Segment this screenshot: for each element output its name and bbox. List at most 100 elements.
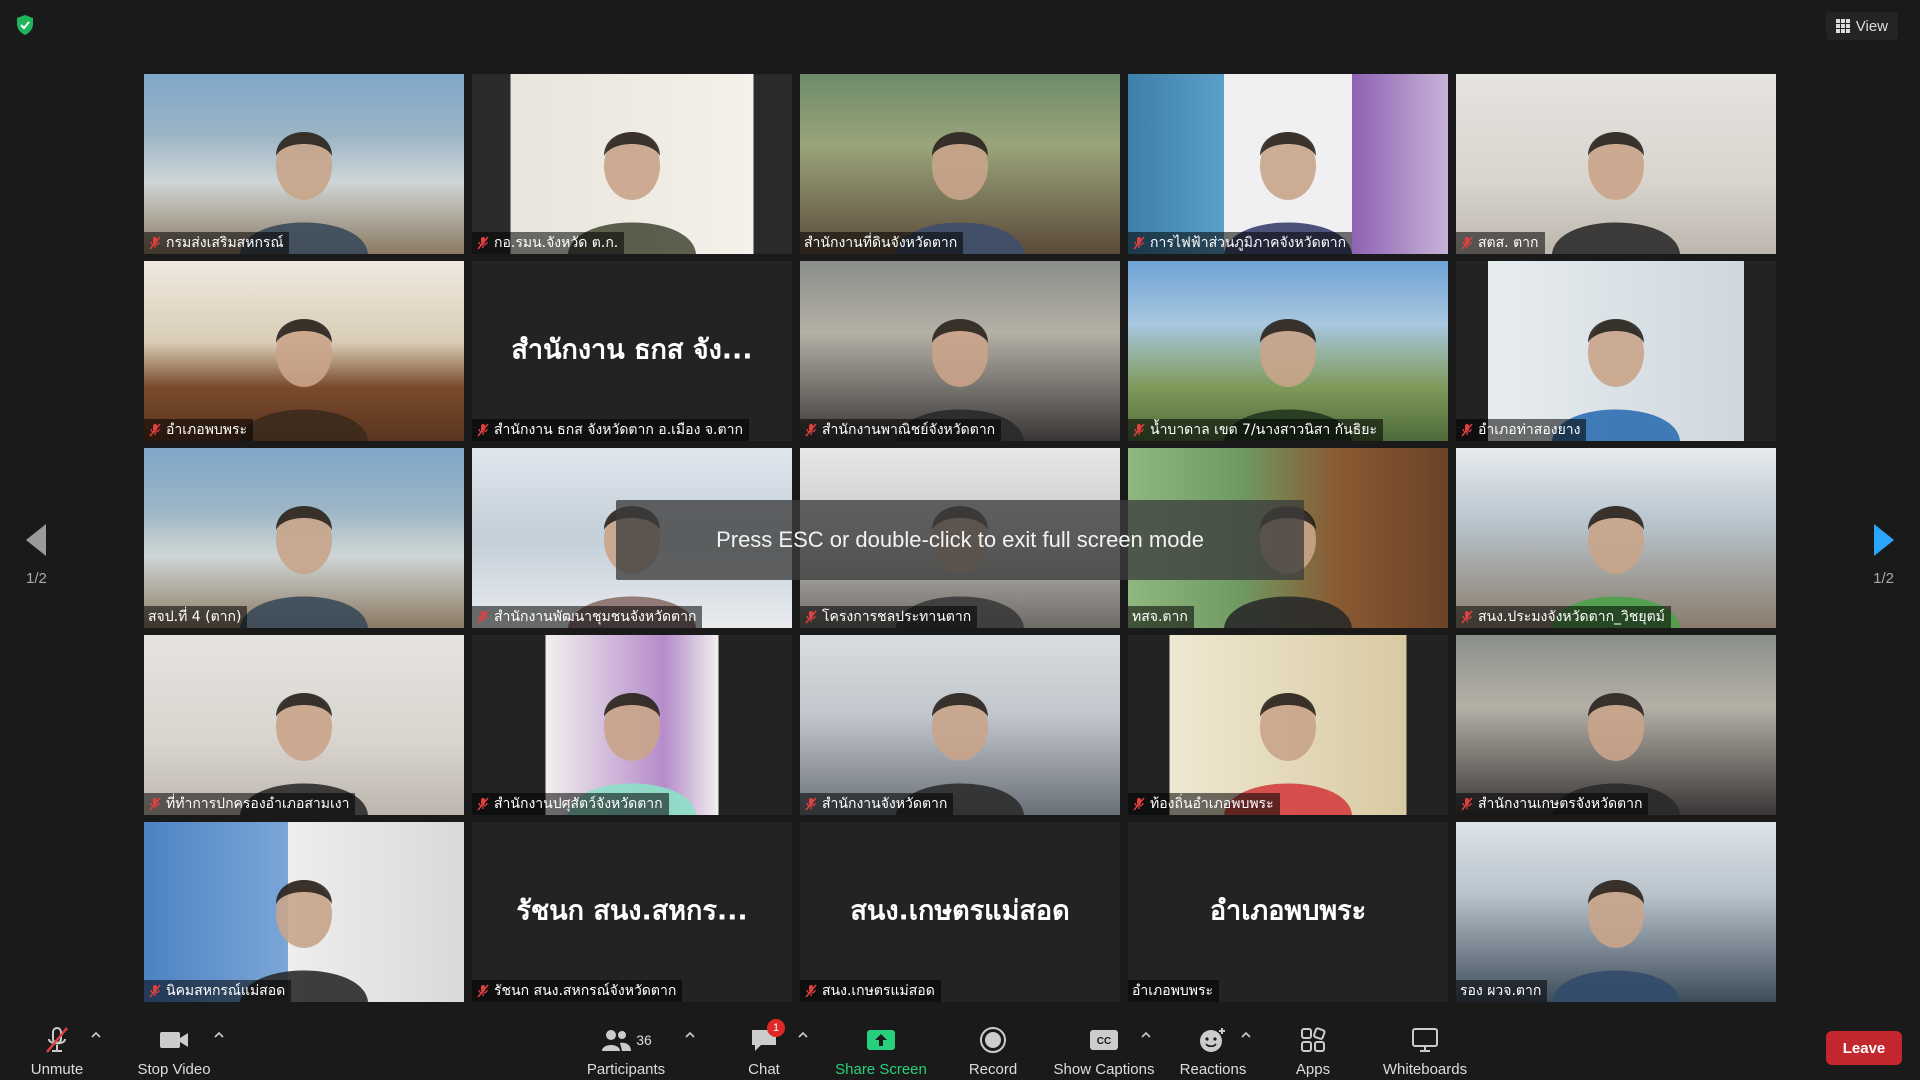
participant-tile[interactable]: สำนักงานจังหวัดตาก xyxy=(800,635,1120,815)
participant-name: น้ำบาดาล เขต 7/นางสาวนิสา กันธิยะ xyxy=(1150,422,1377,438)
participant-silhouette xyxy=(1224,319,1352,441)
muted-microphone-icon xyxy=(1133,797,1145,811)
participant-name: กอ.รมน.จังหวัด ต.ก. xyxy=(494,235,619,251)
participant-name-bar: สำนักงานเกษตรจังหวัดตาก xyxy=(1456,793,1649,815)
participant-name-bar: สำนักงานปศุสัตว์จังหวัดตาก xyxy=(472,793,669,815)
participant-name-bar: กอ.รมน.จังหวัด ต.ก. xyxy=(472,232,625,254)
participant-tile[interactable]: ที่ทำการปกครองอำเภอสามเงา xyxy=(144,635,464,815)
next-page-arrow-icon[interactable] xyxy=(1868,520,1898,560)
participant-silhouette xyxy=(896,693,1024,815)
previous-page-arrow-icon[interactable] xyxy=(22,520,52,560)
participant-tile[interactable]: สำนักงานปศุสัตว์จังหวัดตาก xyxy=(472,635,792,815)
whiteboards-button[interactable]: Whiteboards xyxy=(1380,1011,1470,1080)
participant-display-name: สนง.เกษตรแม่สอด xyxy=(850,895,1070,927)
participant-tile[interactable]: รัชนก สนง.สหกร... รัชนก สนง.สหกรณ์จังหวัด… xyxy=(472,822,792,1002)
muted-microphone-icon xyxy=(477,797,489,811)
reactions-button[interactable]: Reactions xyxy=(1178,1011,1248,1080)
participant-tile[interactable]: รอง ผวจ.ตาก xyxy=(1456,822,1776,1002)
participant-tile[interactable]: สำนักงานพาณิชย์จังหวัดตาก xyxy=(800,261,1120,441)
participant-silhouette xyxy=(1552,506,1680,628)
participant-tile[interactable]: ท้องถิ่นอำเภอพบพระ xyxy=(1128,635,1448,815)
audio-options-caret-icon[interactable] xyxy=(90,1029,102,1041)
participant-tile[interactable]: กรมส่งเสริมสหกรณ์ xyxy=(144,74,464,254)
participant-name: อำเภอท่าสองยาง xyxy=(1478,422,1581,438)
participant-silhouette xyxy=(240,880,368,1002)
record-label: Record xyxy=(968,1061,1018,1078)
page-indicator-right: 1/2 xyxy=(1873,570,1894,587)
record-button[interactable]: Record xyxy=(966,1011,1020,1080)
participant-name-bar: สำนักงานพาณิชย์จังหวัดตาก xyxy=(800,419,1002,441)
participants-icon xyxy=(602,1030,632,1051)
view-button[interactable]: View xyxy=(1825,12,1898,40)
participant-tile[interactable]: กอ.รมน.จังหวัด ต.ก. xyxy=(472,74,792,254)
participant-name-bar: ที่ทำการปกครองอำเภอสามเงา xyxy=(144,793,356,815)
participant-tile[interactable]: สำนักงานที่ดินจังหวัดตาก xyxy=(800,74,1120,254)
participants-options-caret-icon[interactable] xyxy=(684,1029,696,1041)
participant-name-bar: รัชนก สนง.สหกรณ์จังหวัดตาก xyxy=(472,980,683,1002)
participant-name-bar: สำนักงานพัฒนาชุมชนจังหวัดตาก xyxy=(472,606,703,628)
participant-silhouette xyxy=(1224,693,1352,815)
captions-options-caret-icon[interactable] xyxy=(1140,1029,1152,1041)
participant-video xyxy=(144,822,464,1002)
participant-tile[interactable]: สจป.ที่ 4 (ตาก) xyxy=(144,448,464,628)
participant-tile[interactable]: อำเภอพบพระ xyxy=(144,261,464,441)
participant-tile[interactable]: สำนักงาน ธกส จัง... สำนักงาน ธกส จังหวัดต… xyxy=(472,261,792,441)
participants-button[interactable]: 36 Participants xyxy=(584,1011,668,1080)
participant-tile[interactable]: นิคมสหกรณ์แม่สอด xyxy=(144,822,464,1002)
stop-video-button[interactable]: Stop Video xyxy=(134,1011,214,1080)
participant-name-bar: สำนักงาน ธกส จังหวัดตาก อ.เมือง จ.ตาก xyxy=(472,419,749,441)
show-captions-button[interactable]: CC Show Captions xyxy=(1052,1011,1156,1080)
muted-microphone-icon xyxy=(477,423,489,437)
participant-tile[interactable]: อำเภอท่าสองยาง xyxy=(1456,261,1776,441)
security-shield-icon[interactable] xyxy=(14,14,36,36)
participant-silhouette xyxy=(896,319,1024,441)
participant-video xyxy=(1456,448,1776,628)
participants-label: Participants xyxy=(586,1061,666,1078)
participant-name: ที่ทำการปกครองอำเภอสามเงา xyxy=(166,796,350,812)
participant-silhouette xyxy=(568,132,696,254)
participant-name-bar: ท้องถิ่นอำเภอพบพระ xyxy=(1128,793,1280,815)
muted-microphone-icon xyxy=(149,236,161,250)
participant-silhouette xyxy=(240,319,368,441)
participant-name-bar: รอง ผวจ.ตาก xyxy=(1456,980,1548,1002)
share-screen-label: Share Screen xyxy=(835,1061,927,1078)
participant-name-bar: สนง.เกษตรแม่สอด xyxy=(800,980,941,1002)
participant-tile[interactable]: การไฟฟ้าส่วนภูมิภาคจังหวัดตาก xyxy=(1128,74,1448,254)
participant-video xyxy=(800,74,1120,254)
participant-tile[interactable]: สนง.ประมงจังหวัดตาก_วิชยุตม์ xyxy=(1456,448,1776,628)
reactions-options-caret-icon[interactable] xyxy=(1240,1029,1252,1041)
muted-microphone-icon xyxy=(805,610,817,624)
svg-text:CC: CC xyxy=(1097,1036,1111,1047)
participant-name-bar: สนง.ประมงจังหวัดตาก_วิชยุตม์ xyxy=(1456,606,1671,628)
leave-button[interactable]: Leave xyxy=(1826,1031,1902,1065)
participant-name: กรมส่งเสริมสหกรณ์ xyxy=(166,235,284,251)
participants-count: 36 xyxy=(636,1032,652,1048)
apps-button[interactable]: Apps xyxy=(1294,1011,1332,1080)
reactions-label: Reactions xyxy=(1179,1061,1247,1078)
participant-name: รอง ผวจ.ตาก xyxy=(1460,983,1542,999)
muted-microphone-icon xyxy=(477,236,489,250)
participant-name: สำนักงานจังหวัดตาก xyxy=(822,796,948,812)
chat-button[interactable]: 1 Chat xyxy=(744,1011,785,1080)
participant-tile[interactable]: สนง.เกษตรแม่สอด สนง.เกษตรแม่สอด xyxy=(800,822,1120,1002)
participant-tile[interactable]: สตส. ตาก xyxy=(1456,74,1776,254)
muted-microphone-icon xyxy=(1461,423,1473,437)
muted-microphone-icon xyxy=(477,610,489,624)
share-screen-button[interactable]: Share Screen xyxy=(834,1011,928,1080)
participant-name: สำนักงานที่ดินจังหวัดตาก xyxy=(804,235,958,251)
participant-tile[interactable]: อำเภอพบพระ อำเภอพบพระ xyxy=(1128,822,1448,1002)
muted-microphone-icon xyxy=(805,423,817,437)
participant-tile[interactable]: สำนักงานเกษตรจังหวัดตาก xyxy=(1456,635,1776,815)
participant-name: สำนักงาน ธกส จังหวัดตาก อ.เมือง จ.ตาก xyxy=(494,422,743,438)
muted-microphone-icon xyxy=(805,797,817,811)
apps-icon xyxy=(1301,1027,1326,1052)
participant-tile[interactable]: น้ำบาดาล เขต 7/นางสาวนิสา กันธิยะ xyxy=(1128,261,1448,441)
chat-options-caret-icon[interactable] xyxy=(797,1029,809,1041)
muted-microphone-icon xyxy=(149,423,161,437)
unmute-button[interactable]: Unmute xyxy=(24,1011,90,1080)
video-options-caret-icon[interactable] xyxy=(213,1029,225,1041)
participant-display-name: รัชนก สนง.สหกร... xyxy=(516,895,748,927)
whiteboard-icon xyxy=(1412,1028,1438,1052)
stop-video-label: Stop Video xyxy=(137,1061,211,1078)
participant-name: การไฟฟ้าส่วนภูมิภาคจังหวัดตาก xyxy=(1150,235,1347,251)
